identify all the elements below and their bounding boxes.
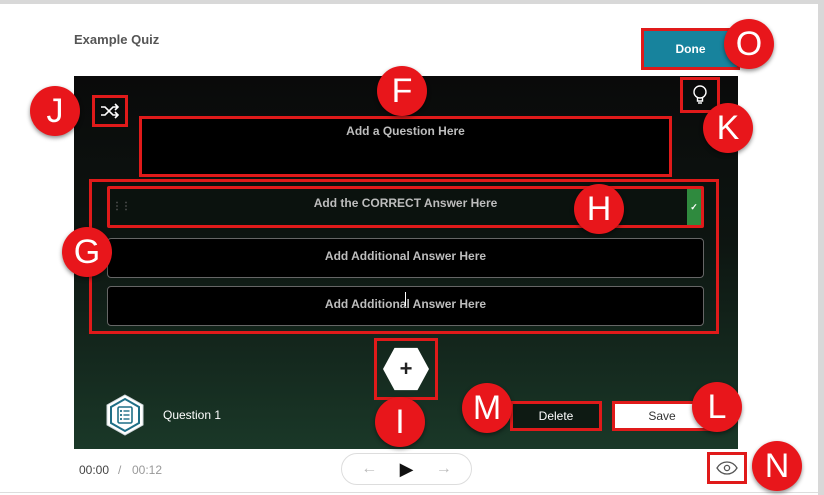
total-time: 00:12	[132, 463, 163, 477]
arrow-left-icon[interactable]: ←	[361, 460, 377, 478]
shuffle-icon	[101, 103, 120, 119]
callout-g: G	[62, 227, 112, 277]
time-separator: /	[118, 463, 122, 477]
additional-answer-input[interactable]: Add Additional Answer Here	[107, 238, 704, 278]
add-answer-button[interactable]: +	[383, 347, 429, 391]
player-controls: ← ▶ →	[341, 453, 472, 485]
current-time: 00:00	[79, 463, 110, 477]
divider	[0, 492, 818, 493]
play-icon[interactable]: ▶	[400, 459, 414, 480]
delete-button[interactable]: Delete	[510, 401, 602, 431]
callout-l: L	[692, 382, 742, 432]
quiz-question-icon	[106, 394, 144, 436]
callout-j: J	[30, 86, 80, 136]
add-answer-area: +	[374, 338, 438, 400]
callout-h: H	[574, 184, 624, 234]
callout-n: N	[752, 441, 802, 491]
callout-o: O	[724, 19, 774, 69]
question-input[interactable]: Add a Question Here	[139, 116, 672, 177]
preview-button[interactable]	[707, 452, 747, 484]
arrow-right-icon[interactable]: →	[436, 460, 452, 478]
correct-check-icon: ✓	[687, 189, 701, 225]
callout-k: K	[703, 103, 753, 153]
callout-i: I	[375, 397, 425, 447]
callout-f: F	[377, 66, 427, 116]
question-number-label: Question 1	[163, 408, 222, 422]
text-cursor	[405, 292, 406, 306]
correct-answer-text: Add the CORRECT Answer Here	[313, 196, 498, 210]
additional-answer-text: Add Additional Answer Here	[324, 249, 487, 263]
drag-handle-icon[interactable]: ⋮⋮	[112, 201, 131, 212]
callout-m: M	[462, 383, 512, 433]
lightbulb-icon	[693, 85, 707, 104]
shuffle-button[interactable]	[92, 95, 128, 127]
quiz-title: Example Quiz	[74, 32, 160, 47]
eye-icon	[716, 461, 738, 475]
